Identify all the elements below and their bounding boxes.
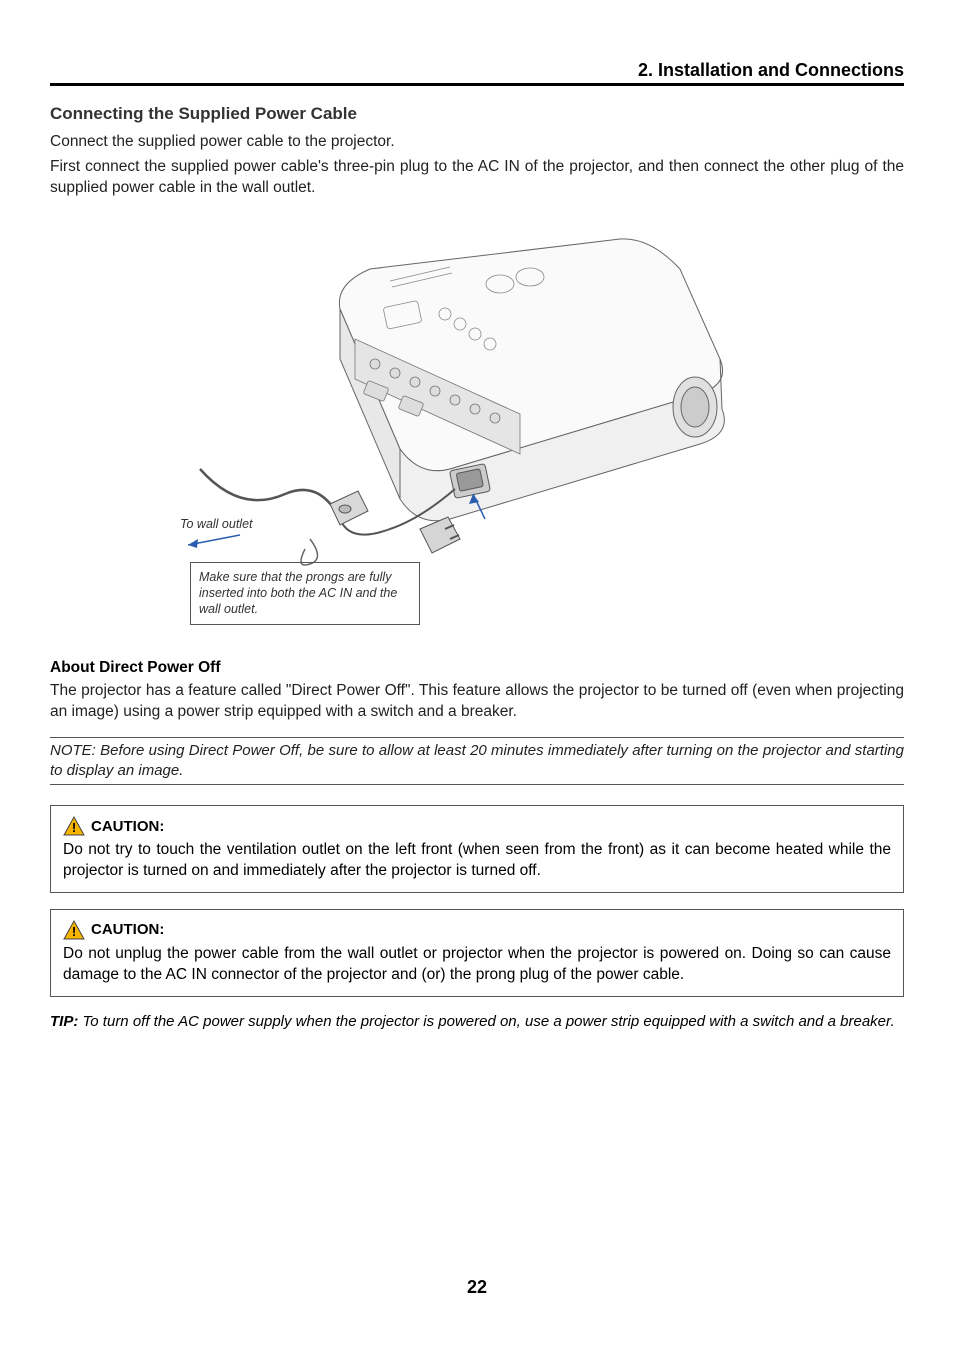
- svg-text:!: !: [72, 820, 76, 835]
- caution-icon: !: [63, 816, 85, 836]
- section-title: Connecting the Supplied Power Cable: [50, 104, 904, 124]
- caution-text-2: Do not unplug the power cable from the w…: [63, 944, 891, 986]
- page-number: 22: [0, 1277, 954, 1298]
- caution-label-2: CAUTION:: [91, 921, 164, 938]
- tip-text: TIP: To turn off the AC power supply whe…: [50, 1013, 904, 1030]
- caution-icon: !: [63, 920, 85, 940]
- intro-text-1: Connect the supplied power cable to the …: [50, 132, 904, 153]
- projector-illustration: [190, 209, 790, 619]
- svg-text:!: !: [72, 924, 76, 939]
- direct-power-off-heading: About Direct Power Off: [50, 659, 904, 677]
- direct-power-off-body: The projector has a feature called "Dire…: [50, 681, 904, 723]
- chapter-header: 2. Installation and Connections: [50, 60, 904, 86]
- note-block: NOTE: Before using Direct Power Off, be …: [50, 737, 904, 786]
- callout-prongs-note: Make sure that the prongs are fully inse…: [190, 562, 420, 625]
- tip-label: TIP:: [50, 1013, 78, 1030]
- callout-to-wall-outlet: To wall outlet: [180, 517, 253, 531]
- note-text: NOTE: Before using Direct Power Off, be …: [50, 741, 904, 782]
- caution-box-2: ! CAUTION: Do not unplug the power cable…: [50, 909, 904, 997]
- tip-body: To turn off the AC power supply when the…: [78, 1013, 894, 1030]
- intro-text-2: First connect the supplied power cable's…: [50, 157, 904, 199]
- caution-box-1: ! CAUTION: Do not try to touch the venti…: [50, 805, 904, 893]
- caution-text-1: Do not try to touch the ventilation outl…: [63, 840, 891, 882]
- diagram-area: To wall outlet Make sure that the prongs…: [50, 209, 904, 639]
- arrow-to-wall-outlet: [180, 531, 250, 551]
- caution-label-1: CAUTION:: [91, 818, 164, 835]
